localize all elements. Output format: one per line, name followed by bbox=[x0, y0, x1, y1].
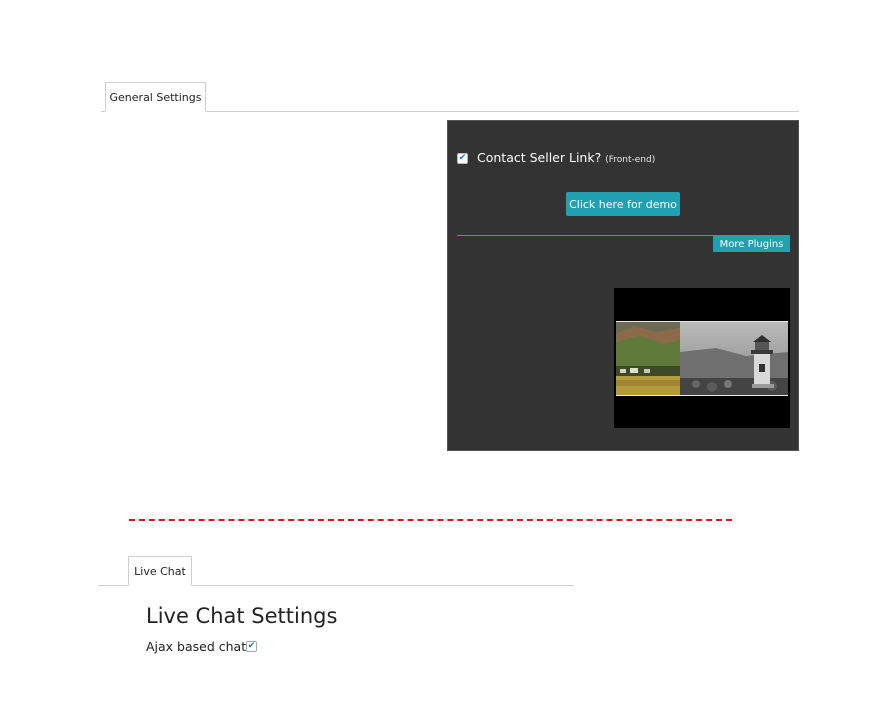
ajax-chat-checkbox[interactable]: ✔ bbox=[246, 641, 257, 652]
demo-button-label: Click here for demo bbox=[569, 197, 677, 211]
tab-general-settings-label: General Settings bbox=[109, 90, 202, 104]
lighthouse-landscape-image bbox=[616, 322, 788, 395]
more-plugins-label: More Plugins bbox=[719, 238, 784, 250]
ajax-chat-label: Ajax based chat bbox=[146, 639, 247, 654]
more-plugins-link[interactable]: More Plugins bbox=[713, 236, 790, 252]
section-divider bbox=[129, 519, 732, 521]
settings-panel: ✔ Contact Seller Link? (Front-end) Click … bbox=[447, 120, 799, 451]
contact-seller-row: Contact Seller Link? (Front-end) bbox=[477, 150, 655, 165]
tab-general-settings[interactable]: General Settings bbox=[105, 82, 206, 112]
contact-seller-note: (Front-end) bbox=[605, 155, 656, 165]
live-chat-settings-heading: Live Chat Settings bbox=[146, 604, 338, 628]
banner-image bbox=[616, 321, 788, 396]
demo-button[interactable]: Click here for demo bbox=[566, 192, 680, 216]
checkmark-icon: ✔ bbox=[458, 153, 467, 163]
tab-live-chat-label: Live Chat bbox=[134, 564, 186, 578]
contact-seller-checkbox[interactable]: ✔ bbox=[457, 153, 468, 164]
tab-live-chat[interactable]: Live Chat bbox=[128, 556, 192, 586]
plugin-banner[interactable] bbox=[614, 288, 790, 428]
contact-seller-label: Contact Seller Link? bbox=[477, 150, 602, 165]
checkmark-icon: ✔ bbox=[247, 641, 256, 651]
